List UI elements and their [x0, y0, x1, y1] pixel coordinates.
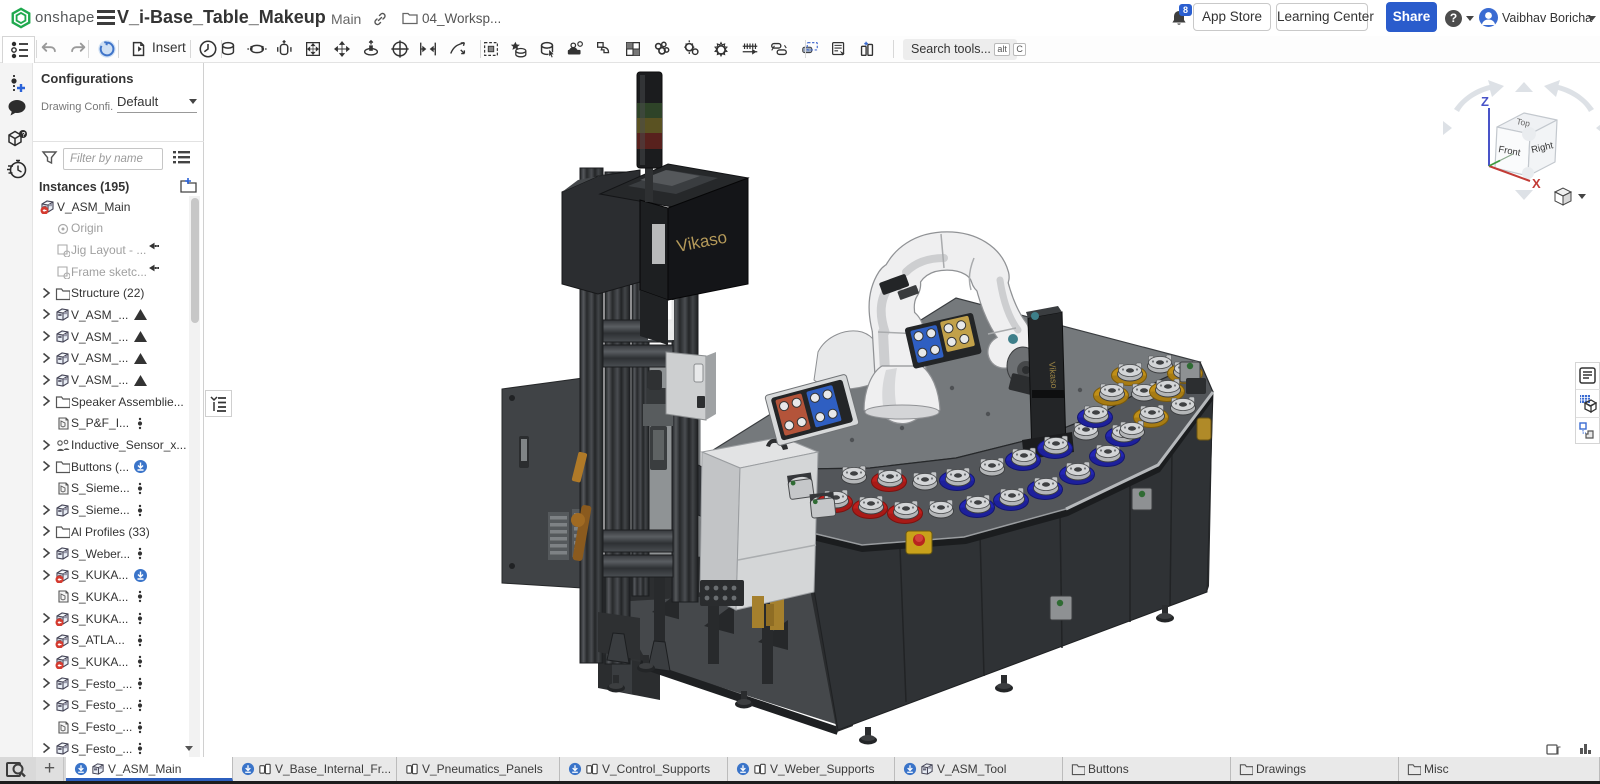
svg-text:?: ? — [22, 132, 26, 139]
svg-text:X: X — [1532, 176, 1541, 191]
svg-text:Z: Z — [1481, 94, 1489, 109]
